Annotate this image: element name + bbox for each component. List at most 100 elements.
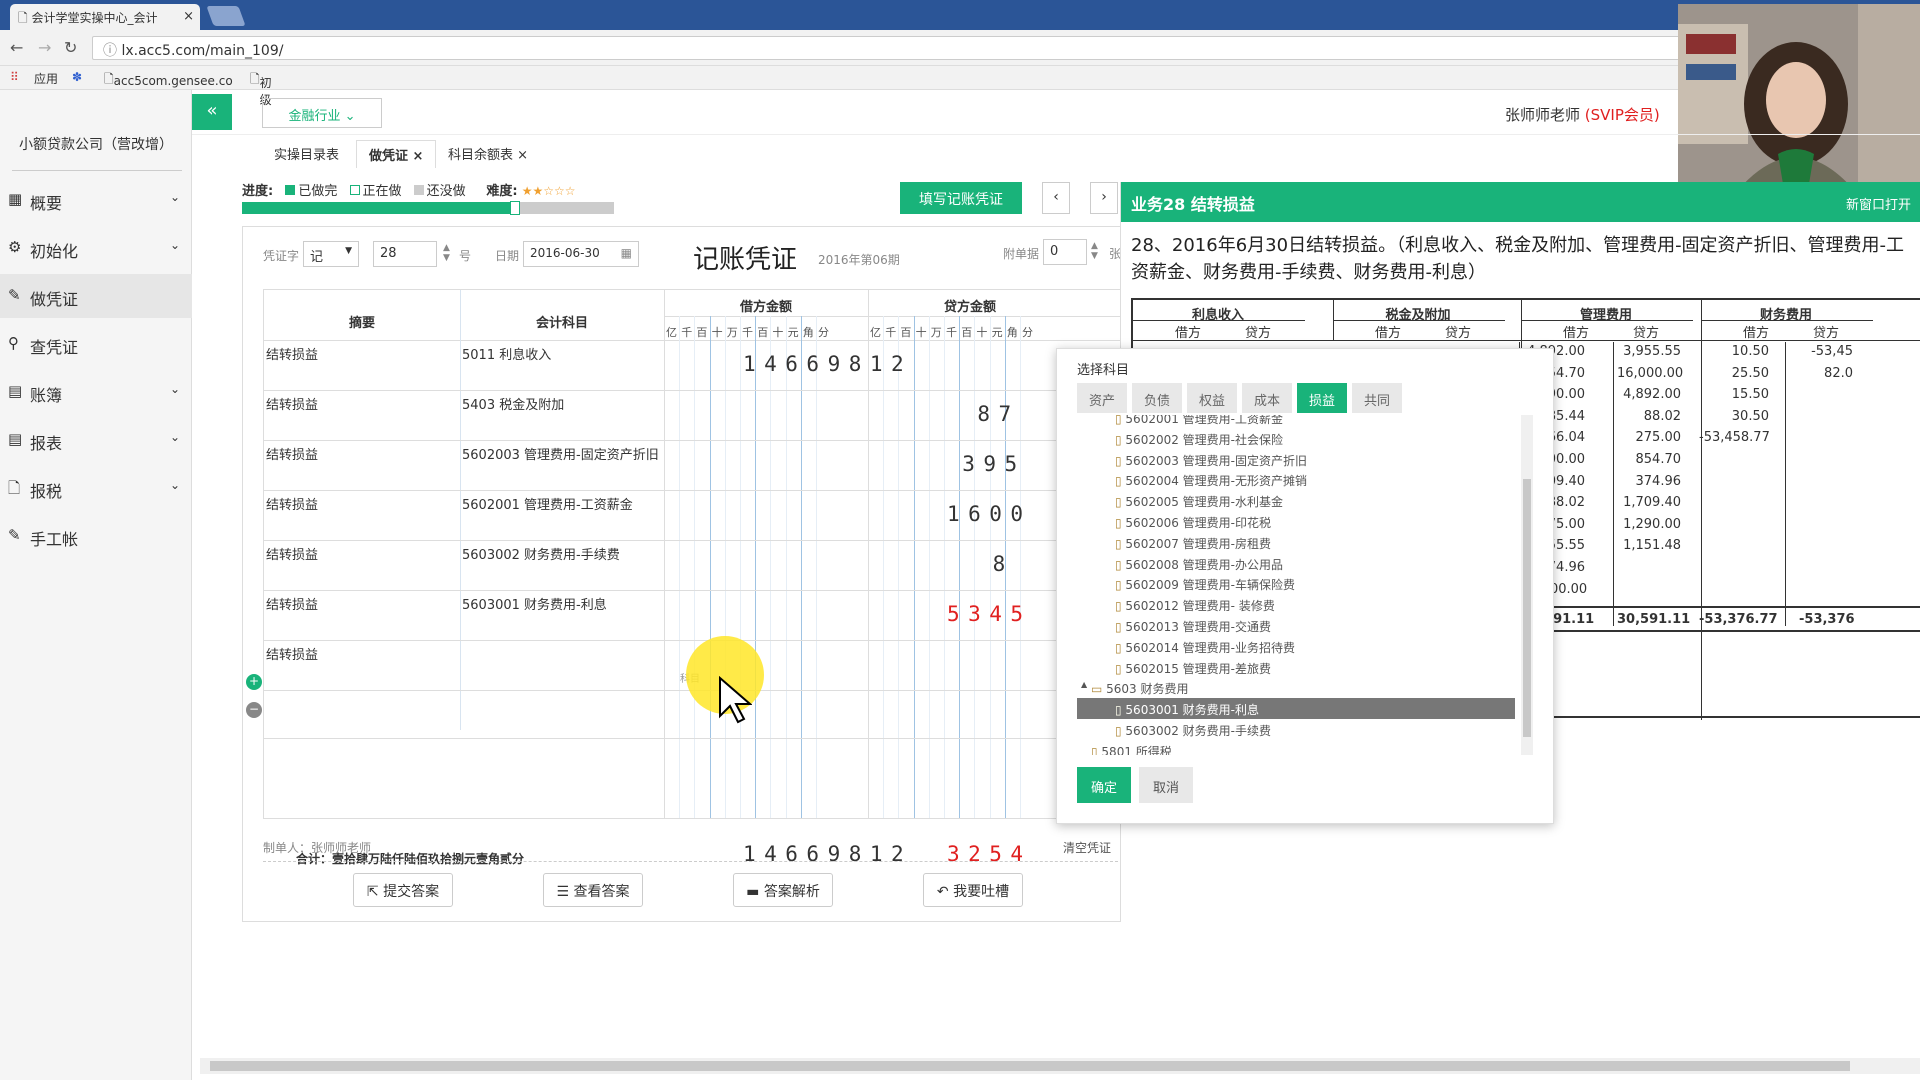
- feedback-button[interactable]: ↶ 我要吐槽: [923, 873, 1023, 907]
- sidebar-item-manual[interactable]: ✎ 手工帐: [0, 514, 192, 558]
- summary-cell[interactable]: 结转损益: [266, 594, 318, 613]
- tab-balance-sheet[interactable]: 科目余额表 ×: [436, 140, 540, 168]
- submit-answer-button[interactable]: ⇱ 提交答案: [353, 873, 453, 907]
- scrollbar-thumb[interactable]: [210, 1061, 1850, 1071]
- clear-voucher-link[interactable]: 清空凭证: [1063, 839, 1111, 856]
- tree-node[interactable]: ▯ 5602004 管理费用-无形资产摊销: [1077, 469, 1515, 490]
- tab-equity[interactable]: 权益: [1187, 383, 1237, 413]
- summary-cell[interactable]: 结转损益: [266, 494, 318, 513]
- tree-node[interactable]: ▯ 5602001 管理费用-工资薪金: [1077, 415, 1515, 428]
- attachment-count-input[interactable]: 0: [1043, 239, 1087, 265]
- tab-make-voucher[interactable]: 做凭证 ×: [356, 140, 437, 168]
- stepper-icon[interactable]: ▲ ▼: [1091, 241, 1098, 261]
- credit-amount[interactable]: 8: [993, 552, 1014, 576]
- back-icon[interactable]: ←: [10, 38, 23, 57]
- calendar-icon[interactable]: ▦: [621, 246, 632, 260]
- tree-node[interactable]: ▯ 5801 所得税: [1077, 740, 1515, 755]
- horizontal-scrollbar[interactable]: [200, 1058, 1920, 1074]
- bookmark-basic[interactable]: 🗋 初级: [250, 70, 272, 107]
- sidebar-item-ledger[interactable]: ▤ 账簿 ⌄: [0, 370, 192, 414]
- next-business-button[interactable]: ›: [1090, 182, 1118, 214]
- progress-current-marker[interactable]: [509, 201, 520, 215]
- bookmark-apps[interactable]: 应用: [34, 70, 58, 87]
- column-divider: [460, 290, 461, 730]
- sidebar-item-overview[interactable]: ▦ 概要 ⌄: [0, 178, 192, 222]
- forward-icon[interactable]: →: [38, 38, 51, 57]
- prev-business-button[interactable]: ‹: [1042, 182, 1070, 214]
- tab-profit-loss[interactable]: 损益: [1297, 383, 1347, 413]
- add-row-icon[interactable]: +: [246, 674, 262, 690]
- reload-icon[interactable]: ↻: [64, 38, 77, 57]
- summary-cell[interactable]: 结转损益: [266, 644, 318, 663]
- collapse-sidebar-button[interactable]: «: [192, 94, 232, 130]
- tree-node[interactable]: ▲ ▭ 5603 财务费用: [1077, 677, 1515, 698]
- sidebar-item-init[interactable]: ⚙ 初始化 ⌄: [0, 226, 192, 270]
- stepper-icon[interactable]: ▲ ▼: [443, 243, 450, 263]
- reply-icon: ↶: [936, 884, 954, 900]
- voucher-type-select[interactable]: 记 ▼: [303, 241, 359, 267]
- subject-cell[interactable]: 5603001 财务费用-利息: [462, 594, 607, 613]
- tab-assets[interactable]: 资产: [1077, 383, 1127, 413]
- close-icon[interactable]: ×: [517, 148, 528, 163]
- tree-node[interactable]: ▯ 5602008 管理费用-办公用品: [1077, 553, 1515, 574]
- tree-node[interactable]: ▯ 5602013 管理费用-交通费: [1077, 615, 1515, 636]
- sidebar-item-tax[interactable]: 🗋 报税 ⌄: [0, 466, 192, 510]
- tab-practice-catalog[interactable]: 实操目录表: [262, 140, 351, 168]
- subject-cell[interactable]: 5011 利息收入: [462, 344, 551, 363]
- file-icon: ▯: [1115, 516, 1126, 530]
- close-icon[interactable]: ×: [413, 149, 424, 164]
- credit-amount[interactable]: 5345: [947, 602, 1032, 626]
- tree-node[interactable]: ▯ 5603001 财务费用-利息: [1077, 698, 1515, 720]
- subject-cell[interactable]: 5602003 管理费用-固定资产折旧: [462, 444, 659, 463]
- fill-voucher-button[interactable]: 填写记账凭证: [900, 182, 1022, 214]
- subject-cell[interactable]: 5603002 财务费用-手续费: [462, 544, 620, 563]
- tab-common[interactable]: 共同: [1352, 383, 1402, 413]
- voucher-number-input[interactable]: 28: [373, 241, 437, 267]
- tree-node[interactable]: ▯ 5603002 财务费用-手续费: [1077, 719, 1515, 740]
- apps-icon[interactable]: ⠿: [10, 70, 19, 84]
- tree-node[interactable]: ▯ 5602015 管理费用-差旅费: [1077, 657, 1515, 678]
- date-input[interactable]: 2016-06-30 ▦: [523, 241, 639, 267]
- tree-scrollbar[interactable]: [1521, 415, 1533, 755]
- confirm-button[interactable]: 确定: [1077, 767, 1131, 803]
- button-label: 查看答案: [573, 884, 630, 900]
- tab-liabilities[interactable]: 负债: [1132, 383, 1182, 413]
- summary-cell[interactable]: 结转损益: [266, 544, 318, 563]
- sidebar-item-query-voucher[interactable]: ⚲ 查凭证: [0, 322, 192, 366]
- credit-amount[interactable]: 87: [977, 402, 1019, 426]
- sidebar-item-make-voucher[interactable]: ✎ 做凭证: [0, 274, 192, 318]
- industry-select[interactable]: 金融行业 ⌄: [262, 98, 382, 128]
- tree-node[interactable]: ▯ 5602003 管理费用-固定资产折旧: [1077, 449, 1515, 470]
- presenter-image: [1678, 4, 1920, 190]
- tab-cost[interactable]: 成本: [1242, 383, 1292, 413]
- bookmark-gensee[interactable]: 🗋 acc5com.gensee.co: [104, 70, 233, 91]
- summary-cell[interactable]: 结转损益: [266, 444, 318, 463]
- debit-amount[interactable]: 14669812: [743, 352, 912, 376]
- tab-close-icon[interactable]: ×: [183, 9, 194, 24]
- credit-amount[interactable]: 395: [962, 452, 1025, 476]
- tree-node[interactable]: ▯ 5602006 管理费用-印花税: [1077, 511, 1515, 532]
- sidebar-item-report[interactable]: ▤ 报表 ⌄: [0, 418, 192, 462]
- subject-cell[interactable]: 5403 税金及附加: [462, 394, 564, 413]
- new-tab-button[interactable]: [206, 6, 246, 26]
- tree-node[interactable]: ▯ 5602005 管理费用-水利基金: [1077, 490, 1515, 511]
- scrollbar-thumb[interactable]: [1523, 479, 1531, 737]
- cancel-button[interactable]: 取消: [1139, 767, 1193, 803]
- summary-cell[interactable]: 结转损益: [266, 394, 318, 413]
- tree-node[interactable]: ▯ 5602009 管理费用-车辆保险费: [1077, 573, 1515, 594]
- url-input[interactable]: ⓘ lx.acc5.com/main_109/: [92, 36, 1682, 60]
- tree-node[interactable]: ▯ 5602007 管理费用-房租费: [1077, 532, 1515, 553]
- answer-analysis-button[interactable]: ▬ 答案解析: [733, 873, 833, 907]
- subject-cell[interactable]: 5602001 管理费用-工资薪金: [462, 494, 633, 513]
- tree-node[interactable]: ▯ 5602002 管理费用-社会保险: [1077, 428, 1515, 449]
- browser-tab[interactable]: 🗋 会计学堂实操中心_会计 ×: [10, 4, 200, 30]
- open-new-window-link[interactable]: 新窗口打开: [1846, 194, 1911, 213]
- credit-amount[interactable]: 1600: [947, 502, 1032, 526]
- tree-node[interactable]: ▯ 5602012 管理费用- 装修费: [1077, 594, 1515, 615]
- summary-cell[interactable]: 结转损益: [266, 344, 318, 363]
- ledger-value: 30.50: [1731, 408, 1769, 424]
- view-answer-button[interactable]: ☰ 查看答案: [543, 873, 643, 907]
- tree-node[interactable]: ▯ 5602014 管理费用-业务招待费: [1077, 636, 1515, 657]
- expand-caret-icon[interactable]: ▲: [1081, 680, 1087, 689]
- remove-row-icon[interactable]: −: [246, 702, 262, 718]
